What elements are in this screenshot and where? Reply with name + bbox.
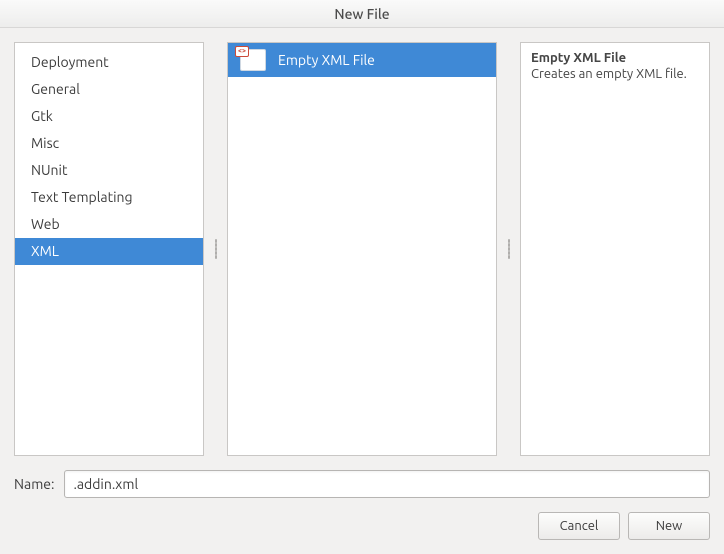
category-web[interactable]: Web (15, 211, 203, 238)
description-panel: Empty XML File Creates an empty XML file… (520, 42, 710, 456)
xml-file-icon: <> (240, 49, 266, 71)
category-text-templating[interactable]: Text Templating (15, 184, 203, 211)
template-list[interactable]: <> Empty XML File (227, 42, 497, 456)
titlebar: New File (0, 0, 724, 28)
category-deployment[interactable]: Deployment (15, 49, 203, 76)
name-row: Name: (14, 470, 710, 498)
new-button[interactable]: New (628, 512, 710, 540)
cancel-button[interactable]: Cancel (538, 512, 620, 540)
splitter-handle-1[interactable] (214, 42, 217, 456)
panels: Deployment General Gtk Misc NUnit Text T… (14, 42, 710, 456)
description-title: Empty XML File (531, 51, 699, 65)
category-gtk[interactable]: Gtk (15, 103, 203, 130)
button-row: Cancel New (14, 512, 710, 540)
splitter-handle-2[interactable] (507, 42, 510, 456)
category-nunit[interactable]: NUnit (15, 157, 203, 184)
name-label: Name: (14, 476, 54, 492)
category-misc[interactable]: Misc (15, 130, 203, 157)
template-label: Empty XML File (278, 52, 375, 68)
dialog-content: Deployment General Gtk Misc NUnit Text T… (0, 28, 724, 554)
name-input[interactable] (64, 470, 710, 498)
category-general[interactable]: General (15, 76, 203, 103)
category-list[interactable]: Deployment General Gtk Misc NUnit Text T… (14, 42, 204, 456)
template-empty-xml-file[interactable]: <> Empty XML File (228, 43, 496, 77)
new-file-dialog: New File Deployment General Gtk Misc NUn… (0, 0, 724, 554)
description-body: Creates an empty XML file. (531, 67, 699, 81)
category-xml[interactable]: XML (15, 238, 203, 265)
window-title: New File (334, 6, 389, 22)
